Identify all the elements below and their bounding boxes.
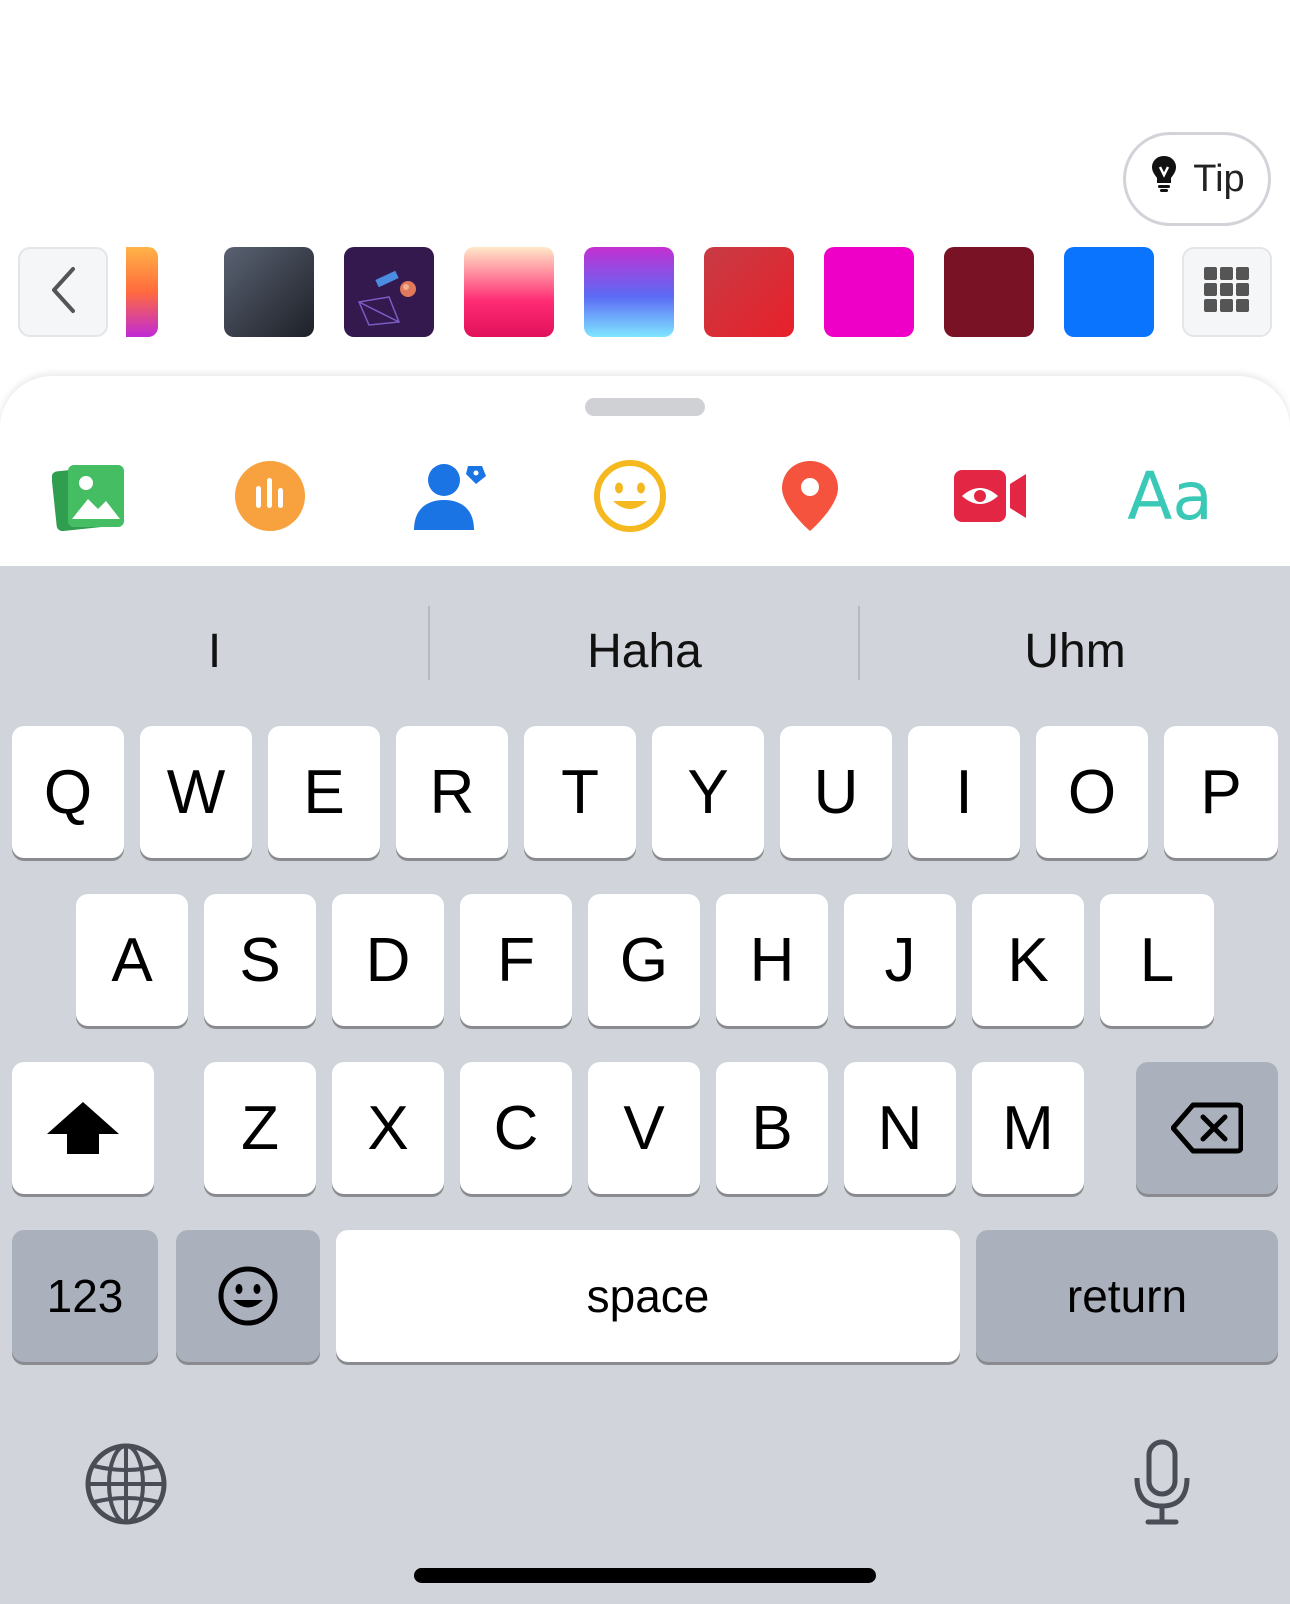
key-r[interactable]: R xyxy=(396,726,508,858)
background-color-strip xyxy=(0,247,1290,337)
swatch-peach-pink-gradient[interactable] xyxy=(464,247,554,337)
key-c[interactable]: C xyxy=(460,1062,572,1194)
grid-icon xyxy=(1202,265,1252,320)
key-b[interactable]: B xyxy=(716,1062,828,1194)
key-k[interactable]: K xyxy=(972,894,1084,1026)
key-g[interactable]: G xyxy=(588,894,700,1026)
previous-button[interactable] xyxy=(18,247,108,337)
sheet-grabber[interactable] xyxy=(585,398,705,416)
keyboard: I Haha Uhm Q W E R T Y U I O P A S D F G… xyxy=(0,566,1290,1604)
photos-icon xyxy=(52,465,124,531)
globe-icon xyxy=(85,1443,167,1525)
tip-button[interactable]: Tip xyxy=(1123,132,1271,226)
key-w[interactable]: W xyxy=(140,726,252,858)
key-v[interactable]: V xyxy=(588,1062,700,1194)
home-indicator[interactable] xyxy=(414,1568,876,1583)
swatch-blue[interactable] xyxy=(1064,247,1154,337)
key-u[interactable]: U xyxy=(780,726,892,858)
key-y[interactable]: Y xyxy=(652,726,764,858)
key-e[interactable]: E xyxy=(268,726,380,858)
shift-icon xyxy=(47,1102,119,1154)
tip-label: Tip xyxy=(1193,157,1245,200)
suggestion-2[interactable]: Haha xyxy=(430,606,859,696)
key-p[interactable]: P xyxy=(1164,726,1278,858)
key-m[interactable]: M xyxy=(972,1062,1084,1194)
swatch-dark-slate-gradient[interactable] xyxy=(224,247,314,337)
live-video-button[interactable] xyxy=(950,456,1030,536)
shift-key[interactable] xyxy=(12,1062,154,1194)
delete-key[interactable] xyxy=(1136,1062,1278,1194)
numbers-key[interactable]: 123 xyxy=(12,1230,158,1362)
suggestion-1[interactable]: I xyxy=(0,606,429,696)
swatch-red-gradient[interactable] xyxy=(704,247,794,337)
swatch-purple-cyan-gradient[interactable] xyxy=(584,247,674,337)
lightbulb-icon xyxy=(1149,154,1179,204)
swatch-space-illustration[interactable] xyxy=(344,247,434,337)
suggestion-3[interactable]: Uhm xyxy=(860,606,1290,696)
key-l[interactable]: L xyxy=(1100,894,1214,1026)
chevron-left-icon xyxy=(48,265,78,320)
tag-people-button[interactable] xyxy=(410,456,490,536)
key-h[interactable]: H xyxy=(716,894,828,1026)
poll-button[interactable] xyxy=(230,456,310,536)
key-j[interactable]: J xyxy=(844,894,956,1026)
tag-people-icon xyxy=(414,464,486,530)
live-video-icon xyxy=(954,470,1026,522)
key-a[interactable]: A xyxy=(76,894,188,1026)
swatch-orange-purple-gradient[interactable] xyxy=(126,247,158,337)
microphone-icon xyxy=(1134,1439,1190,1525)
feeling-button[interactable] xyxy=(590,456,670,536)
photos-button[interactable] xyxy=(50,456,130,536)
return-key[interactable]: return xyxy=(976,1230,1278,1362)
key-s[interactable]: S xyxy=(204,894,316,1026)
key-d[interactable]: D xyxy=(332,894,444,1026)
swatch-magenta[interactable] xyxy=(824,247,914,337)
delete-icon xyxy=(1171,1102,1243,1154)
text-style-button[interactable]: Aa xyxy=(1127,456,1213,536)
text-style-icon: Aa xyxy=(1127,457,1213,535)
microphone-button[interactable] xyxy=(1132,1438,1192,1528)
key-z[interactable]: Z xyxy=(204,1062,316,1194)
composer-sheet: Aa xyxy=(0,376,1290,566)
key-t[interactable]: T xyxy=(524,726,636,858)
globe-button[interactable] xyxy=(84,1442,168,1526)
key-n[interactable]: N xyxy=(844,1062,956,1194)
location-icon xyxy=(782,461,838,531)
key-x[interactable]: X xyxy=(332,1062,444,1194)
key-i[interactable]: I xyxy=(908,726,1020,858)
swatch-maroon[interactable] xyxy=(944,247,1034,337)
key-q[interactable]: Q xyxy=(12,726,124,858)
location-button[interactable] xyxy=(770,456,850,536)
poll-icon xyxy=(235,461,305,531)
space-key[interactable]: space xyxy=(336,1230,960,1362)
emoji-key[interactable] xyxy=(176,1230,320,1362)
all-backgrounds-button[interactable] xyxy=(1182,247,1272,337)
swatch-list xyxy=(126,247,1156,337)
feeling-icon xyxy=(594,460,666,532)
emoji-icon xyxy=(218,1266,278,1326)
key-f[interactable]: F xyxy=(460,894,572,1026)
key-o[interactable]: O xyxy=(1036,726,1148,858)
space-illustration-icon xyxy=(357,270,416,326)
